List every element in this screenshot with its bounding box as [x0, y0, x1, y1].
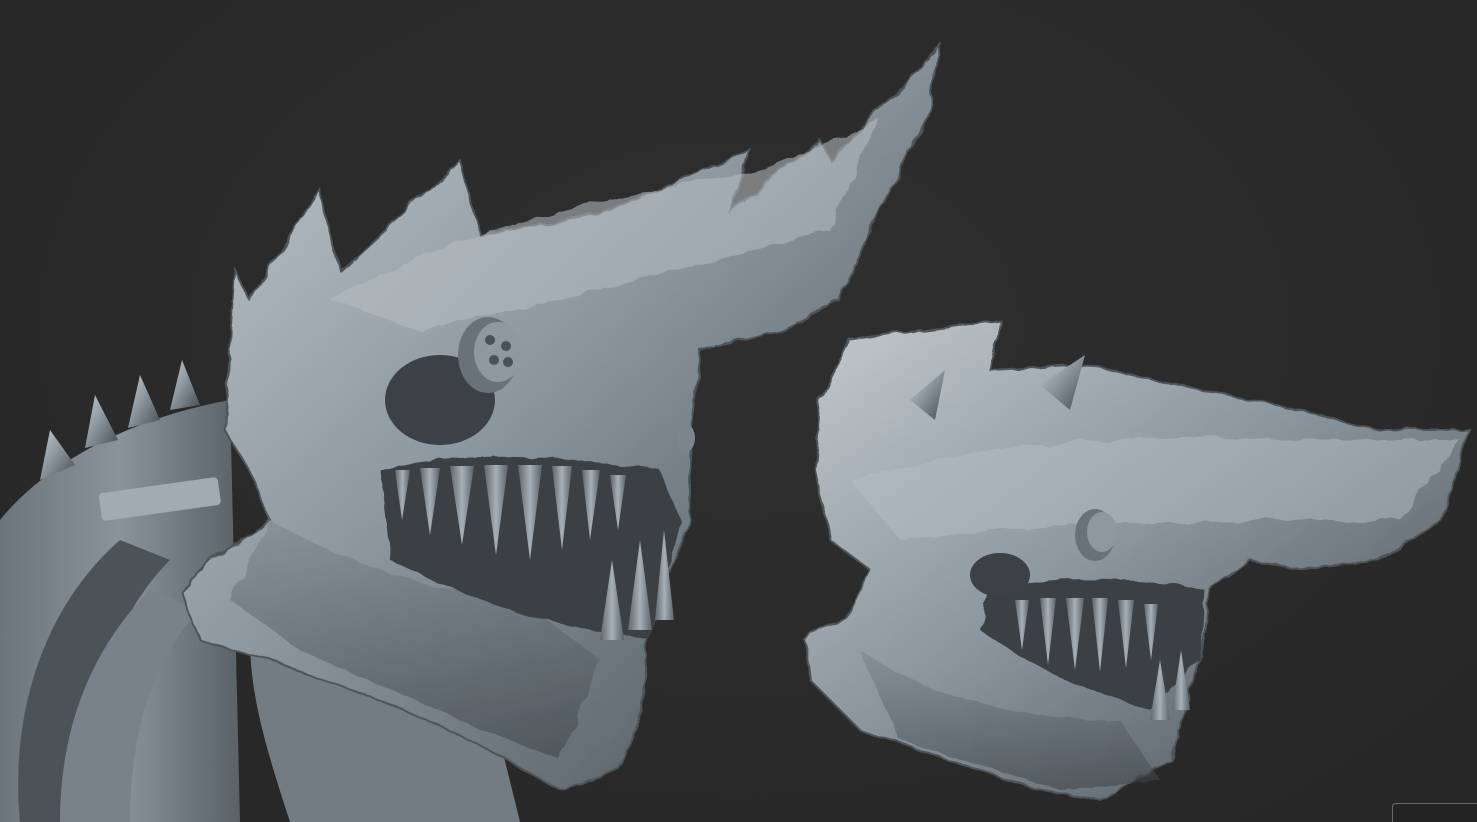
viewport-canvas[interactable]	[0, 0, 1477, 822]
dragon-skull-sculpt-small-view[interactable]	[803, 318, 1472, 802]
dragon-skull-sculpt-large-view[interactable]	[0, 42, 942, 822]
viewport-corner-widget[interactable]	[1392, 803, 1477, 822]
3d-sculpt-viewport[interactable]	[0, 0, 1477, 822]
